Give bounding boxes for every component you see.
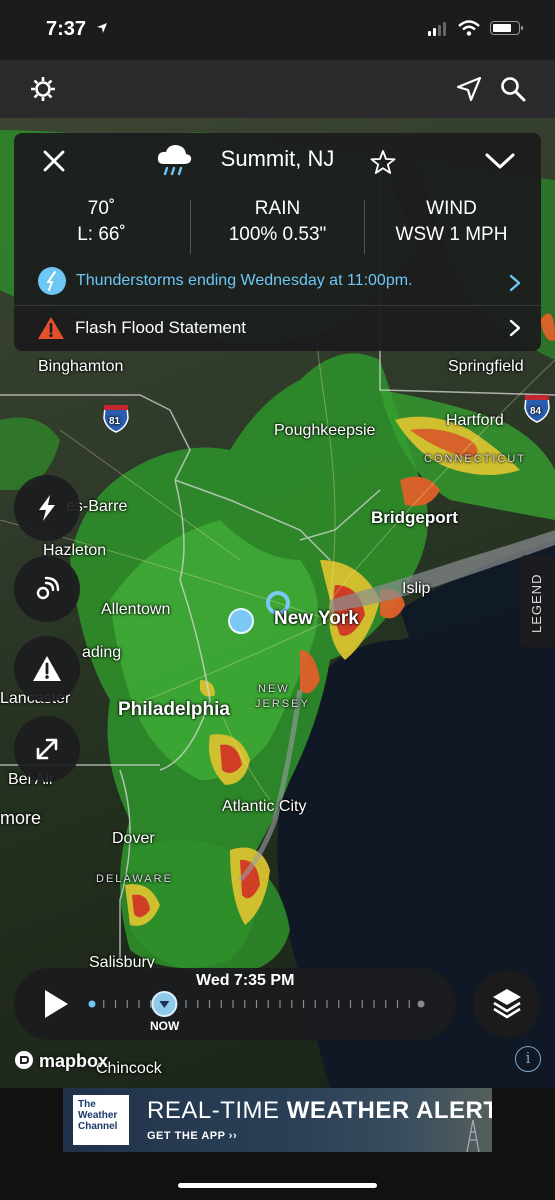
legend-tab[interactable]: LEGEND bbox=[520, 555, 555, 647]
signal-icon bbox=[428, 22, 446, 36]
precip-value: 100% 0.53" bbox=[228, 224, 327, 245]
map-label-delaware: DELAWARE bbox=[96, 873, 173, 885]
timeline-start-dot bbox=[88, 1000, 96, 1008]
temp-low: L: 66˚ bbox=[77, 224, 126, 245]
map-label-allentown: Allentown bbox=[101, 601, 171, 618]
lightning-icon bbox=[39, 495, 55, 521]
precip-title: RAIN bbox=[254, 198, 301, 219]
interstate-84-label: 84 bbox=[530, 406, 542, 417]
ad-cta: GET THE APP ›› bbox=[147, 1130, 238, 1142]
map-label-springfield: Springfield bbox=[448, 358, 524, 375]
mapbox-logo-icon bbox=[15, 1051, 33, 1069]
weather-channel-logo: The Weather Channel bbox=[73, 1095, 129, 1145]
map-label-new-york: New York bbox=[274, 608, 359, 629]
gear-icon[interactable] bbox=[28, 74, 58, 104]
info-icon[interactable]: i bbox=[515, 1046, 541, 1072]
interstate-81-label: 81 bbox=[109, 416, 121, 427]
wind-column: WIND WSW 1 MPH bbox=[364, 196, 539, 248]
map-label-reading: ading bbox=[82, 644, 122, 661]
map-label-connecticut: CONNECTICUT bbox=[424, 453, 527, 465]
map-label-baltimore: more bbox=[0, 808, 42, 828]
map-label-philadelphia: Philadelphia bbox=[118, 699, 230, 720]
map-label-islip: Islip bbox=[402, 580, 431, 597]
map-label-atlantic-city: Atlantic City bbox=[222, 798, 307, 815]
wind-title: WIND bbox=[426, 198, 477, 219]
map-label-hartford: Hartford bbox=[446, 412, 504, 429]
timeline-track[interactable] bbox=[86, 990, 431, 1018]
current-location-marker bbox=[228, 608, 254, 634]
map-label-new-jersey-2: JERSEY bbox=[255, 698, 310, 710]
legend-label: LEGEND bbox=[529, 573, 544, 633]
warning-icon bbox=[38, 317, 64, 339]
lightning-button[interactable] bbox=[14, 475, 80, 541]
radar-icon bbox=[36, 576, 60, 600]
navigation-arrow-icon[interactable] bbox=[454, 74, 484, 104]
ad-headline: REAL-TIME WEATHER ALERTS bbox=[147, 1097, 492, 1124]
map-label-binghamton: Binghamton bbox=[38, 358, 124, 375]
ad-banner[interactable]: The Weather Channel REAL-TIME WEATHER AL… bbox=[63, 1088, 492, 1152]
timeline-end-dot bbox=[417, 1000, 425, 1008]
tower-icon bbox=[466, 1119, 480, 1152]
layers-icon bbox=[493, 989, 521, 1019]
favorite-star-icon[interactable] bbox=[370, 149, 396, 175]
mapbox-label: mapbox bbox=[39, 1051, 109, 1071]
alert-text: Flash Flood Statement bbox=[75, 318, 247, 337]
temperature-column: 70˚ L: 66˚ bbox=[14, 196, 189, 248]
alerts-button[interactable] bbox=[14, 636, 80, 702]
chevron-right-icon bbox=[509, 319, 521, 337]
temp-high: 70˚ bbox=[87, 198, 116, 219]
location-title: Summit, NJ bbox=[220, 146, 335, 171]
mapbox-attribution[interactable]: mapbox bbox=[14, 1050, 108, 1072]
map-label-poughkeepsie: Poughkeepsie bbox=[274, 422, 376, 439]
precip-column: RAIN 100% 0.53" bbox=[190, 196, 365, 248]
layers-button[interactable] bbox=[473, 970, 541, 1038]
map-label-dover: Dover bbox=[112, 830, 155, 847]
top-toolbar bbox=[0, 60, 555, 118]
alert-triangle-icon bbox=[33, 656, 61, 681]
home-indicator[interactable] bbox=[178, 1183, 377, 1188]
play-icon[interactable] bbox=[42, 988, 70, 1020]
chevron-right-icon bbox=[509, 274, 521, 292]
status-time: 7:37 bbox=[46, 18, 87, 40]
location-arrow-icon bbox=[97, 23, 107, 33]
wifi-icon bbox=[458, 20, 480, 36]
wind-value: WSW 1 MPH bbox=[395, 224, 508, 245]
chevron-down-icon[interactable] bbox=[484, 150, 516, 172]
map-label-bridgeport: Bridgeport bbox=[371, 508, 458, 527]
battery-icon bbox=[490, 21, 523, 35]
expand-icon bbox=[36, 738, 58, 760]
status-bar: 7:37 bbox=[0, 0, 555, 60]
timeline-now-label: NOW bbox=[150, 1019, 180, 1033]
forecast-text: Thunderstorms ending Wednesday at 11:00p… bbox=[76, 272, 413, 289]
forecast-icon bbox=[38, 267, 66, 295]
search-icon[interactable] bbox=[498, 74, 528, 104]
expand-button[interactable] bbox=[14, 716, 80, 782]
timeline-time: Wed 7:35 PM bbox=[196, 972, 295, 989]
map-label-new-jersey-1: NEW bbox=[258, 683, 290, 695]
radar-sweep-button[interactable] bbox=[14, 556, 80, 622]
conditions-row: 70˚ L: 66˚ RAIN 100% 0.53" WIND WSW 1 MP… bbox=[14, 196, 541, 258]
